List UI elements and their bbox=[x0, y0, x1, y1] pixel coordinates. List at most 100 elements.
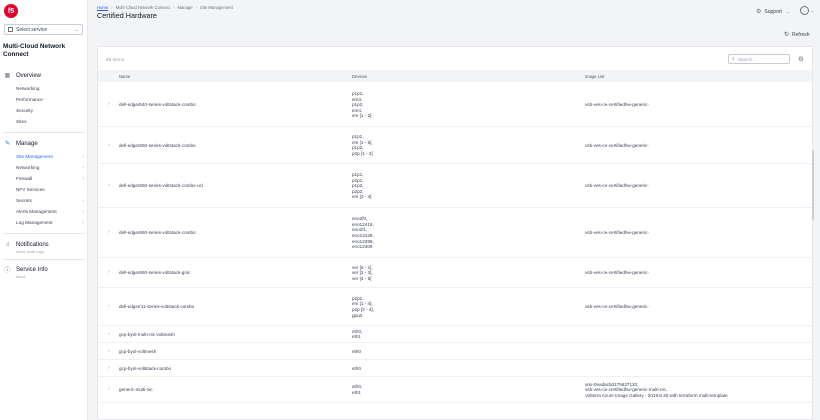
scrollbar[interactable] bbox=[812, 150, 814, 220]
nav-service-info[interactable]: ⓘ Service Info bbox=[3, 265, 87, 275]
expand-row-icon[interactable]: › bbox=[108, 366, 110, 371]
table-row[interactable]: › dell-edger650-series-voltstack-combo-uc… bbox=[98, 164, 812, 208]
nav-overview-label: Overview bbox=[16, 72, 42, 79]
table-settings-icon[interactable]: ⚙ bbox=[798, 55, 804, 63]
row-name: generic-multi-nic bbox=[119, 387, 153, 392]
sidebar-item-label: Site Management bbox=[16, 154, 53, 159]
table-row[interactable]: › gcp-byol-voltmesh eth0 bbox=[98, 343, 812, 360]
sidebar-item-nfv-services[interactable]: NFV Services bbox=[16, 186, 84, 193]
expand-row-icon[interactable]: › bbox=[108, 143, 110, 148]
breadcrumb-item[interactable]: Multi-Cloud Network Connect bbox=[116, 5, 170, 10]
sidebar-item-sites[interactable]: Sites bbox=[16, 118, 84, 125]
page-title: Certified Hardware bbox=[97, 11, 157, 20]
device-entry: eth1 bbox=[352, 389, 361, 395]
row-devices: eth0 bbox=[352, 366, 361, 372]
sidebar: f5 Select service ⌄ Multi-Cloud Network … bbox=[0, 0, 88, 420]
expand-row-icon[interactable]: › bbox=[108, 304, 110, 309]
table-row[interactable]: › dell-edger650-series-voltstack-combo p1p… bbox=[98, 127, 812, 164]
info-icon: ⓘ bbox=[4, 268, 11, 274]
nav-notifications[interactable]: ♫ Notifications bbox=[3, 240, 87, 249]
image-entry: vsb-ves-ce-certifiedhw-generic- bbox=[585, 102, 649, 108]
sidebar-item-firewall[interactable]: Firewall › bbox=[16, 175, 84, 182]
expand-row-icon[interactable]: › bbox=[108, 183, 110, 188]
column-header-image-list[interactable]: Image List bbox=[585, 74, 604, 79]
service-select[interactable]: Select service ⌄ bbox=[4, 24, 83, 35]
device-entry: p2p [2 - 4], bbox=[352, 306, 374, 312]
sidebar-item-performance[interactable]: Performance bbox=[16, 96, 84, 103]
breadcrumb-item[interactable]: Site Management bbox=[200, 5, 233, 10]
table-row[interactable]: › dell-edger640-series-voltstack-combo p1p… bbox=[98, 83, 812, 127]
row-devices: ver [0 - 1], ver [2 - 3], ver [4 - 5] bbox=[352, 265, 373, 282]
breadcrumb-item[interactable]: Manage bbox=[177, 5, 192, 10]
chevron-down-icon[interactable]: ⌄ bbox=[811, 8, 814, 13]
table-row[interactable]: › dell-edgerr11-series-voltstack-combo p2p… bbox=[98, 288, 812, 326]
f5-logo[interactable]: f5 bbox=[4, 4, 18, 18]
sidebar-item-label: Secrets bbox=[16, 198, 32, 203]
row-devices: p1p1, em [1 - 6], p1p2, p2p [1 - 2] bbox=[352, 134, 373, 156]
app-title: Multi-Cloud Network Connect bbox=[3, 43, 66, 58]
service-info-note: About bbox=[16, 275, 26, 279]
sidebar-item-secrets[interactable]: Secrets › bbox=[16, 197, 84, 204]
row-name: gcp-byol-voltmesh bbox=[119, 348, 157, 354]
nav-manage[interactable]: ✎ Manage bbox=[3, 139, 87, 148]
sidebar-item-site-management[interactable]: Site Management › bbox=[16, 153, 84, 160]
table-row[interactable]: › generic-multi-nic eth0, eth1 ami-0eadac5d1… bbox=[98, 377, 812, 403]
sidebar-item-label: Sites bbox=[16, 119, 27, 124]
bell-icon: ♫ bbox=[5, 241, 10, 248]
nav-manage-label: Manage bbox=[16, 140, 38, 147]
sidebar-item-alerts-management[interactable]: Alerts Management › bbox=[16, 208, 84, 215]
chevron-right-icon: › bbox=[82, 153, 84, 160]
device-entry: eth1 bbox=[352, 334, 361, 340]
nav-service-info-label: Service Info bbox=[16, 266, 48, 273]
expand-row-icon[interactable]: › bbox=[108, 230, 110, 235]
image-entry: Volterra Azure Image Gallery - 2019.8.30… bbox=[585, 392, 728, 398]
table-row[interactable]: › gcp-byol-voltstack-combo eth0 bbox=[98, 360, 812, 377]
sidebar-item-networking[interactable]: Networking › bbox=[16, 164, 84, 171]
chevron-right-icon: › bbox=[82, 175, 84, 182]
user-avatar[interactable] bbox=[800, 6, 809, 15]
sidebar-item-label: Networking bbox=[16, 86, 40, 91]
device-entry: eth0 bbox=[352, 365, 361, 371]
device-entry: gpu0 bbox=[352, 312, 363, 318]
expand-row-icon[interactable]: › bbox=[108, 102, 110, 107]
row-name: dell-edgerr11-series-voltstack-combo bbox=[119, 304, 195, 309]
refresh-button[interactable]: ↻ Refresh bbox=[784, 31, 810, 39]
sidebar-item-security[interactable]: Security bbox=[16, 107, 84, 114]
image-entry: vsb-ves-ce-certifiedhw-generic- bbox=[585, 142, 649, 148]
row-name: dell-edger650-series-voltstack-combo-ucl bbox=[119, 183, 203, 188]
image-entry: vsb-ves-ce-certifiedhw-generic- bbox=[585, 230, 649, 236]
search-input[interactable]: ⌕ Search bbox=[728, 54, 790, 64]
sidebar-item-label: Alerts Management bbox=[16, 209, 57, 214]
sidebar-item-log-management[interactable]: Log Management › bbox=[16, 219, 84, 226]
table-row[interactable]: › dell-edger660-series-voltstack-combo eno… bbox=[98, 208, 812, 258]
support-menu[interactable]: ⚙ Support ⌄ bbox=[756, 8, 789, 16]
chevron-right-icon: › bbox=[82, 164, 84, 171]
column-header-name[interactable]: Name bbox=[119, 74, 130, 79]
row-image-list: ami-0eadac5d175627120, vsb-ves-ce-certifi… bbox=[585, 382, 728, 399]
sidebar-item-label: Performance bbox=[16, 97, 43, 102]
table-row[interactable]: › dell-edger660-series-voltstack-gnic ver … bbox=[98, 258, 812, 288]
row-image-list: vsb-ves-ce-certifiedhw-generic- bbox=[585, 304, 649, 310]
row-devices: eth0 bbox=[352, 349, 361, 355]
sidebar-item-networking-overview[interactable]: Networking bbox=[16, 85, 84, 92]
device-entry: eth0 bbox=[352, 348, 361, 354]
nav-overview[interactable]: ▦ Overview bbox=[3, 71, 87, 80]
device-entry: eno12409 bbox=[352, 244, 373, 250]
device-entry: ver [4 - 5] bbox=[352, 275, 372, 281]
row-name: gcp-byol-voltstack-combo bbox=[119, 365, 172, 371]
row-devices: p2p1, em [1 - 4], p2p [2 - 4], gpu0 bbox=[352, 296, 374, 318]
expand-row-icon[interactable]: › bbox=[108, 349, 110, 354]
service-select-label: Select service bbox=[16, 26, 48, 33]
table-row[interactable]: › gcp-byol-multi-nic-voltmesh eth0, eth1 bbox=[98, 326, 812, 343]
nav-notifications-label: Notifications bbox=[16, 241, 49, 248]
device-entry: eno12429, bbox=[352, 232, 374, 238]
image-entry: vsb-ves-ce-certifiedhw-generic- bbox=[585, 270, 649, 276]
breadcrumb-home[interactable]: Home bbox=[97, 5, 108, 10]
expand-row-icon[interactable]: › bbox=[108, 332, 110, 337]
expand-row-icon[interactable]: › bbox=[108, 387, 110, 392]
row-image-list: vsb-ves-ce-certifiedhw-generic- bbox=[585, 270, 649, 276]
column-header-devices[interactable]: Devices bbox=[352, 74, 367, 79]
expand-row-icon[interactable]: › bbox=[108, 270, 110, 275]
row-devices: eno2f0, eno12419, eno2f1, eno12429, eno12399… bbox=[352, 216, 374, 250]
row-name: dell-edger640-series-voltstack-combo bbox=[119, 102, 196, 107]
